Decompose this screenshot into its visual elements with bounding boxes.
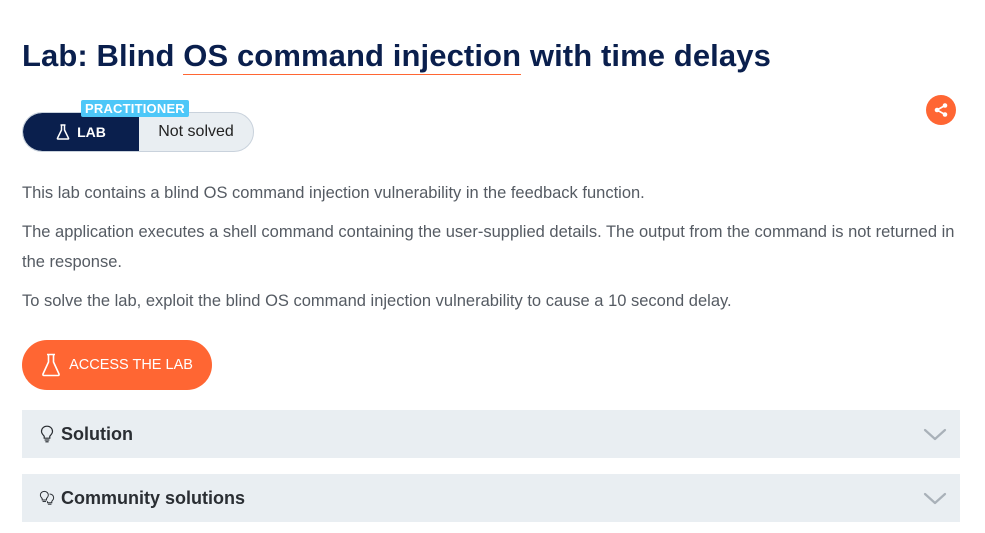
flask-icon xyxy=(42,353,60,377)
accordion-label: Community solutions xyxy=(61,487,245,508)
access-lab-button[interactable]: ACCESS THE LAB xyxy=(22,340,212,390)
flask-icon xyxy=(56,124,70,140)
solution-accordion[interactable]: Solution xyxy=(22,410,960,458)
share-icon xyxy=(934,103,948,117)
title-prefix: Lab: Blind xyxy=(22,38,184,73)
lab-type-label: LAB xyxy=(23,113,139,151)
title-suffix: with time delays xyxy=(521,38,771,73)
lab-page: Lab: Blind OS command injection with tim… xyxy=(0,0,985,533)
chevron-down-icon xyxy=(923,492,947,505)
lightbulbs-icon xyxy=(39,488,55,508)
description-paragraph: The application executes a shell command… xyxy=(22,223,955,271)
description-paragraph: This lab contains a blind OS command inj… xyxy=(22,184,645,202)
description-paragraph: To solve the lab, exploit the blind OS c… xyxy=(22,292,732,310)
title-topic-link[interactable]: OS command injection xyxy=(183,38,522,75)
page-title: Lab: Blind OS command injection with tim… xyxy=(22,38,771,75)
solve-status: Not solved xyxy=(158,123,234,140)
badge-pill: LAB Not solved xyxy=(22,112,254,152)
access-lab-label: ACCESS THE LAB xyxy=(69,357,193,373)
lab-status-badge: LAB Not solved PRACTITIONER xyxy=(22,100,254,152)
share-button[interactable] xyxy=(926,95,956,125)
chevron-down-icon xyxy=(923,428,947,441)
difficulty-level-tag: PRACTITIONER xyxy=(81,100,189,117)
accordion-label: Solution xyxy=(61,423,133,444)
lightbulb-icon xyxy=(39,424,55,444)
community-solutions-accordion[interactable]: Community solutions xyxy=(22,474,960,522)
lab-label-text: LAB xyxy=(77,124,106,140)
lab-description: This lab contains a blind OS command inj… xyxy=(22,178,962,325)
